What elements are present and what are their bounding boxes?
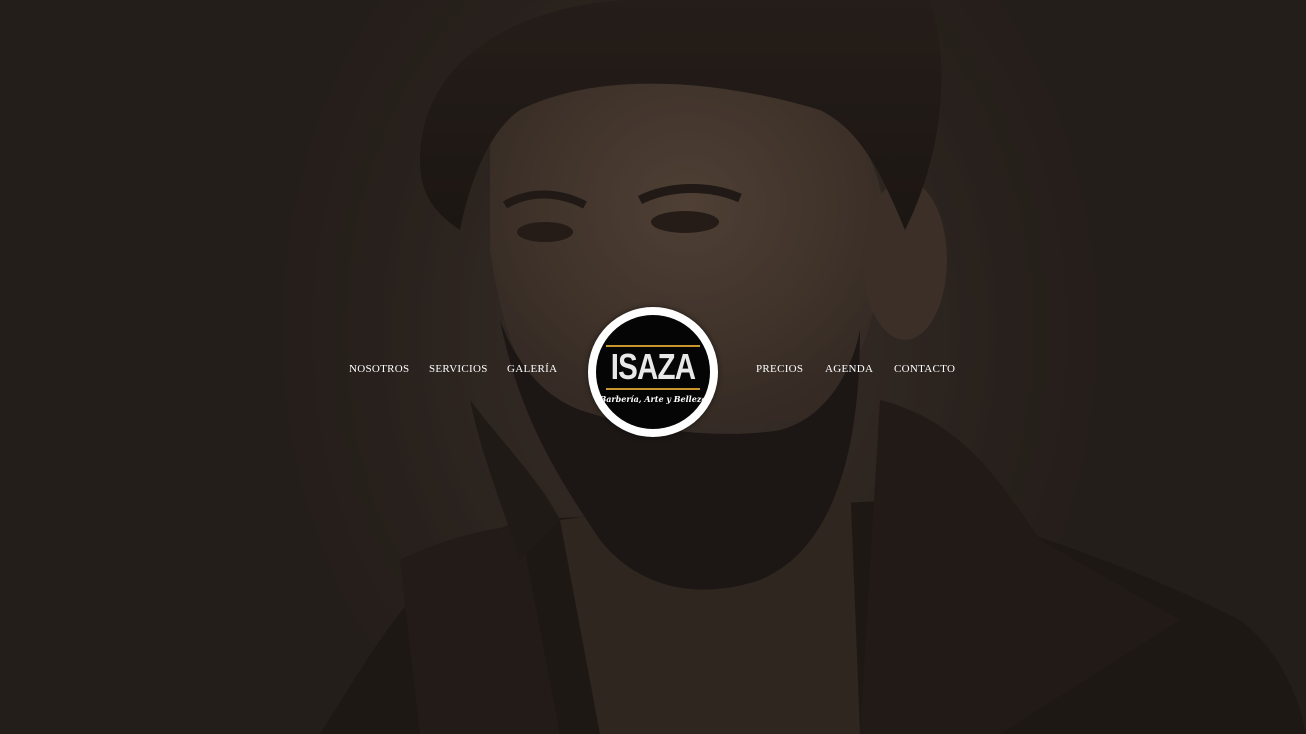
nav-item-contacto[interactable]: CONTACTO bbox=[894, 363, 955, 375]
logo-accent-line-bottom bbox=[606, 388, 700, 390]
hero-section: NOSOTROS SERVICIOS GALERÍA ISAZA Barberí… bbox=[0, 0, 1306, 734]
nav-item-galeria[interactable]: GALERÍA bbox=[507, 363, 557, 375]
nav-item-servicios[interactable]: SERVICIOS bbox=[429, 363, 488, 375]
nav-item-nosotros[interactable]: NOSOTROS bbox=[349, 363, 409, 375]
nav-item-precios[interactable]: PRECIOS bbox=[756, 363, 803, 375]
logo-badge: ISAZA Barbería, Arte y Belleza bbox=[596, 315, 710, 429]
logo-name: ISAZA bbox=[610, 346, 696, 387]
logo-tagline: Barbería, Arte y Belleza bbox=[599, 394, 707, 404]
isaza-logo[interactable]: ISAZA Barbería, Arte y Belleza bbox=[588, 307, 718, 437]
nav-item-agenda[interactable]: AGENDA bbox=[825, 363, 873, 375]
main-navigation: NOSOTROS SERVICIOS GALERÍA ISAZA Barberí… bbox=[0, 300, 1306, 440]
